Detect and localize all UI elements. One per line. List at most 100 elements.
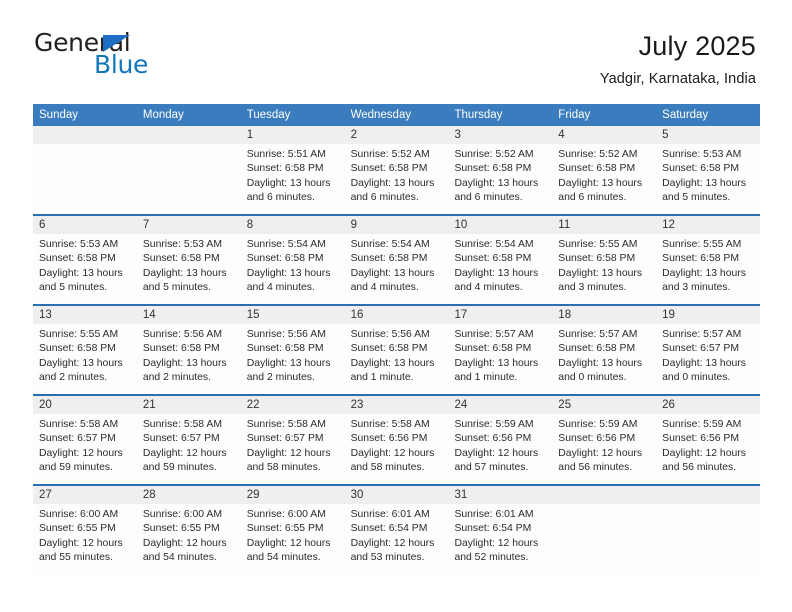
day-cell[interactable]: Sunrise: 6:01 AM Sunset: 6:54 PM Daylight:… — [345, 504, 449, 574]
day-number[interactable]: 27 — [33, 486, 137, 504]
day-number[interactable]: 25 — [552, 396, 656, 414]
day-number[interactable]: 24 — [448, 396, 552, 414]
day-number[interactable]: 1 — [241, 126, 345, 144]
day-cell[interactable]: Sunrise: 5:59 AM Sunset: 6:56 PM Daylight:… — [448, 414, 552, 484]
daylight-text-cont: and 56 minutes. — [558, 461, 633, 473]
day-cell[interactable]: Sunrise: 5:53 AM Sunset: 6:58 PM Daylight:… — [137, 234, 241, 304]
calendar-page: General Blue July 2025 Yadgir, Karnataka… — [0, 0, 792, 612]
day-number[interactable]: 29 — [241, 486, 345, 504]
day-cell[interactable]: Sunrise: 5:58 AM Sunset: 6:57 PM Daylight:… — [241, 414, 345, 484]
day-number[interactable]: 17 — [448, 306, 552, 324]
day-cell[interactable]: Sunrise: 5:56 AM Sunset: 6:58 PM Daylight:… — [137, 324, 241, 394]
day-number[interactable]: 26 — [656, 396, 760, 414]
day-cell[interactable]: Sunrise: 5:55 AM Sunset: 6:58 PM Daylight:… — [656, 234, 760, 304]
day-cell[interactable]: Sunrise: 5:57 AM Sunset: 6:57 PM Daylight:… — [656, 324, 760, 394]
day-cell[interactable]: Sunrise: 5:59 AM Sunset: 6:56 PM Daylight:… — [656, 414, 760, 484]
daylight-text: Daylight: 12 hours — [39, 537, 123, 549]
day-cell[interactable]: Sunrise: 5:57 AM Sunset: 6:58 PM Daylight:… — [552, 324, 656, 394]
daylight-text: Daylight: 13 hours — [558, 267, 643, 279]
week-date-band: 27 28 29 30 31 — [33, 486, 760, 504]
sunset-text: Sunset: 6:58 PM — [246, 253, 324, 265]
day-number[interactable]: 23 — [345, 396, 449, 414]
sunset-text: Sunset: 6:58 PM — [142, 253, 220, 265]
day-number[interactable]: 7 — [137, 216, 241, 234]
sunset-text: Sunset: 6:58 PM — [558, 253, 636, 265]
day-number[interactable]: 16 — [345, 306, 449, 324]
day-cell[interactable]: Sunrise: 5:54 AM Sunset: 6:58 PM Daylight:… — [345, 234, 449, 304]
day-number[interactable]: 5 — [656, 126, 760, 144]
sunrise-text: Sunrise: 5:52 AM — [558, 149, 638, 160]
sunrise-text: Sunrise: 5:56 AM — [142, 329, 222, 340]
day-cell[interactable]: Sunrise: 5:55 AM Sunset: 6:58 PM Daylight:… — [33, 324, 137, 394]
day-number[interactable]: 18 — [552, 306, 656, 324]
day-cell[interactable]: Sunrise: 5:54 AM Sunset: 6:58 PM Daylight:… — [448, 234, 552, 304]
daylight-text: Daylight: 13 hours — [558, 177, 643, 189]
day-number[interactable]: 8 — [241, 216, 345, 234]
day-cell[interactable]: Sunrise: 5:57 AM Sunset: 6:58 PM Daylight:… — [448, 324, 552, 394]
day-number[interactable]: 22 — [241, 396, 345, 414]
day-number[interactable]: 15 — [241, 306, 345, 324]
day-cell[interactable]: Sunrise: 5:58 AM Sunset: 6:56 PM Daylight:… — [345, 414, 449, 484]
day-number[interactable]: 2 — [345, 126, 449, 144]
day-number[interactable]: 20 — [33, 396, 137, 414]
day-number[interactable]: 9 — [345, 216, 449, 234]
sunrise-text: Sunrise: 5:51 AM — [246, 149, 326, 160]
week-date-band: 13 14 15 16 17 18 19 — [33, 306, 760, 324]
daylight-text-cont: and 0 minutes. — [558, 371, 627, 383]
day-number[interactable]: 19 — [656, 306, 760, 324]
general-blue-logo[interactable]: General Blue — [34, 30, 184, 78]
day-number[interactable]: 11 — [552, 216, 656, 234]
daylight-text-cont: and 4 minutes. — [246, 281, 315, 293]
daylight-text: Daylight: 13 hours — [246, 177, 331, 189]
weekday-header-friday: Friday — [558, 109, 591, 121]
day-number[interactable]: 6 — [33, 216, 137, 234]
weekday-header-monday: Monday — [142, 109, 184, 121]
sunrise-text: Sunrise: 5:55 AM — [558, 239, 638, 250]
sunset-text: Sunset: 6:58 PM — [39, 253, 116, 265]
day-number[interactable]: 31 — [448, 486, 552, 504]
day-cell[interactable]: Sunrise: 5:52 AM Sunset: 6:58 PM Daylight:… — [345, 144, 449, 214]
day-number[interactable]: 4 — [552, 126, 656, 144]
day-number[interactable]: 3 — [448, 126, 552, 144]
day-cell[interactable]: Sunrise: 5:58 AM Sunset: 6:57 PM Daylight:… — [137, 414, 241, 484]
day-number[interactable]: 30 — [345, 486, 449, 504]
day-cell[interactable]: Sunrise: 5:52 AM Sunset: 6:58 PM Daylight:… — [448, 144, 552, 214]
day-number[interactable]: 21 — [137, 396, 241, 414]
sunset-text: Sunset: 6:58 PM — [246, 163, 324, 175]
day-number[interactable]: 28 — [137, 486, 241, 504]
daylight-text-cont: and 6 minutes. — [454, 191, 523, 203]
weekday-header-wednesday: Wednesday — [350, 109, 412, 121]
daylight-text: Daylight: 12 hours — [558, 447, 643, 459]
sunset-text: Sunset: 6:58 PM — [454, 163, 532, 175]
sunrise-text: Sunrise: 5:53 AM — [662, 149, 742, 160]
day-cell[interactable]: Sunrise: 5:56 AM Sunset: 6:58 PM Daylight:… — [345, 324, 449, 394]
sunrise-text: Sunrise: 5:59 AM — [454, 419, 534, 430]
sunset-text: Sunset: 6:58 PM — [454, 253, 532, 265]
sunrise-text: Sunrise: 5:58 AM — [350, 419, 430, 430]
sunrise-text: Sunrise: 5:53 AM — [142, 239, 222, 250]
day-number[interactable]: 12 — [656, 216, 760, 234]
day-cell[interactable]: Sunrise: 5:52 AM Sunset: 6:58 PM Daylight:… — [552, 144, 656, 214]
sunset-text: Sunset: 6:58 PM — [454, 343, 532, 355]
day-number[interactable]: 14 — [137, 306, 241, 324]
day-cell[interactable]: Sunrise: 5:58 AM Sunset: 6:57 PM Daylight:… — [33, 414, 137, 484]
sunset-text: Sunset: 6:55 PM — [246, 523, 324, 535]
day-cell[interactable]: Sunrise: 5:51 AM Sunset: 6:58 PM Daylight:… — [241, 144, 345, 214]
day-cell[interactable]: Sunrise: 5:54 AM Sunset: 6:58 PM Daylight:… — [241, 234, 345, 304]
daylight-text-cont: and 2 minutes. — [39, 371, 108, 383]
day-cell[interactable]: Sunrise: 6:00 AM Sunset: 6:55 PM Daylight:… — [137, 504, 241, 574]
daylight-text: Daylight: 12 hours — [142, 447, 227, 459]
sunset-text: Sunset: 6:58 PM — [558, 343, 636, 355]
day-cell[interactable]: Sunrise: 6:00 AM Sunset: 6:55 PM Daylight:… — [241, 504, 345, 574]
day-cell[interactable]: Sunrise: 5:55 AM Sunset: 6:58 PM Daylight:… — [552, 234, 656, 304]
day-number[interactable]: 13 — [33, 306, 137, 324]
day-cell[interactable]: Sunrise: 5:56 AM Sunset: 6:58 PM Daylight:… — [241, 324, 345, 394]
day-number-empty — [656, 486, 760, 504]
day-cell[interactable]: Sunrise: 6:01 AM Sunset: 6:54 PM Daylight:… — [448, 504, 552, 574]
day-cell[interactable]: Sunrise: 5:59 AM Sunset: 6:56 PM Daylight:… — [552, 414, 656, 484]
day-cell[interactable]: Sunrise: 5:53 AM Sunset: 6:58 PM Daylight:… — [33, 234, 137, 304]
day-cell[interactable]: Sunrise: 6:00 AM Sunset: 6:55 PM Daylight:… — [33, 504, 137, 574]
day-cell[interactable]: Sunrise: 5:53 AM Sunset: 6:58 PM Daylight:… — [656, 144, 760, 214]
day-number[interactable]: 10 — [448, 216, 552, 234]
daylight-text-cont: and 59 minutes. — [39, 461, 113, 473]
